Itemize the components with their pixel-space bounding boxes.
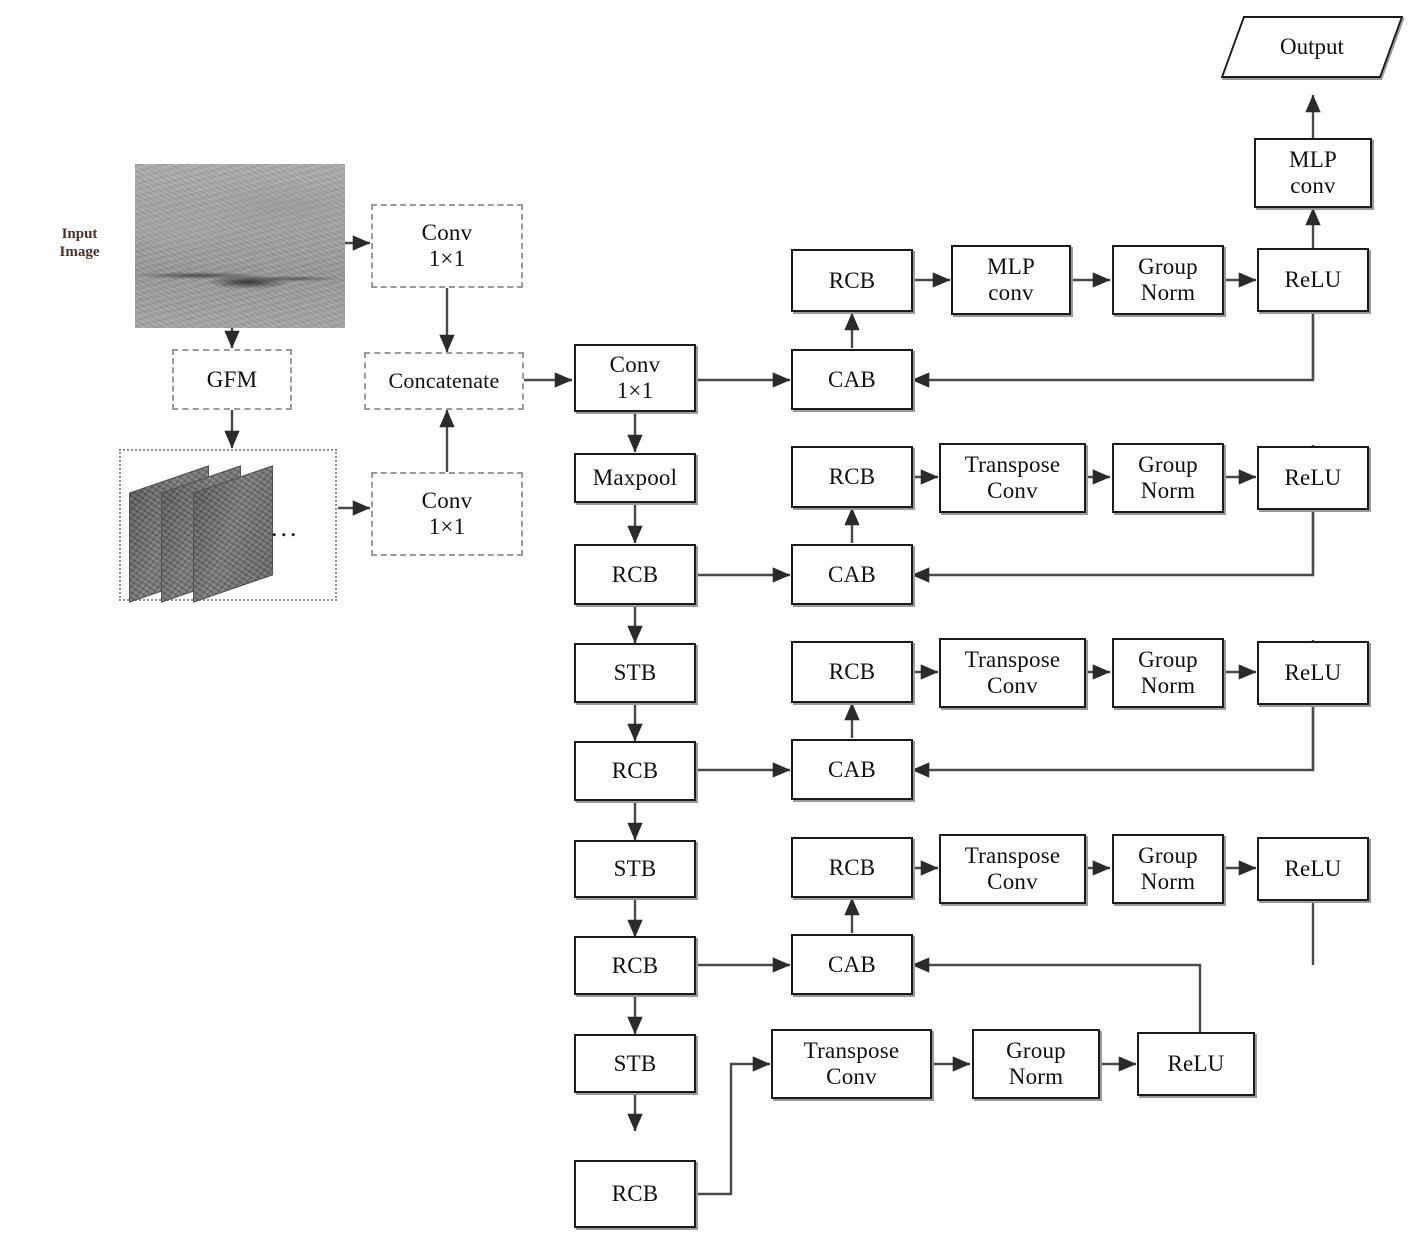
conv-1x1-image-branch[interactable]: Conv 1×1 [371,204,523,288]
group-norm-row-1[interactable]: Group Norm [1112,245,1224,315]
rcb-dec-2[interactable]: RCB [791,446,913,508]
cab-4[interactable]: CAB [791,934,913,995]
relu-row-2[interactable]: ReLU [1257,446,1369,510]
group-norm-row-4[interactable]: Group Norm [1112,834,1224,904]
feature-map-ellipsis: ... [271,513,300,542]
concatenate-block[interactable]: Concatenate [364,352,524,410]
cab-3[interactable]: CAB [791,739,913,800]
rcb-dec-4[interactable]: RCB [791,837,913,898]
gfm-block[interactable]: GFM [172,349,292,410]
mlp-conv-row-1[interactable]: MLP conv [951,245,1071,315]
input-image-label: Input Image [12,200,147,285]
rcb-enc-4[interactable]: RCB [574,1160,696,1228]
stb-enc-2[interactable]: STB [574,840,696,898]
transpose-conv-row-5[interactable]: Transpose Conv [771,1029,932,1099]
cab-1[interactable]: CAB [791,349,913,410]
maxpool[interactable]: Maxpool [574,453,696,503]
output-terminal[interactable]: Output [1220,16,1404,78]
conv-1x1-gfm-branch[interactable]: Conv 1×1 [371,472,523,556]
transpose-conv-row-2[interactable]: Transpose Conv [939,443,1086,513]
output-label: Output [1280,34,1344,59]
conv-1x1-backbone[interactable]: Conv 1×1 [574,344,696,412]
group-norm-row-3[interactable]: Group Norm [1112,638,1224,708]
rcb-enc-2[interactable]: RCB [574,741,696,801]
feature-map-stack: ... [119,449,337,603]
input-crack-image [135,164,345,328]
rcb-enc-1[interactable]: RCB [574,544,696,605]
group-norm-row-2[interactable]: Group Norm [1112,443,1224,513]
group-norm-row-5[interactable]: Group Norm [972,1029,1100,1099]
rcb-enc-3[interactable]: RCB [574,936,696,995]
relu-row-1[interactable]: ReLU [1257,248,1369,312]
relu-row-5[interactable]: ReLU [1137,1032,1255,1096]
rcb-dec-1[interactable]: RCB [791,249,913,312]
stb-enc-3[interactable]: STB [574,1034,696,1093]
rcb-dec-3[interactable]: RCB [791,641,913,703]
cab-2[interactable]: CAB [791,544,913,605]
stb-enc-1[interactable]: STB [574,643,696,703]
architecture-diagram: Input Image GFM ... Conv 1×1 Conv 1×1 Co… [0,0,1419,1246]
mlp-conv-head[interactable]: MLP conv [1254,138,1372,208]
relu-row-4[interactable]: ReLU [1257,837,1369,901]
relu-row-3[interactable]: ReLU [1257,641,1369,705]
transpose-conv-row-3[interactable]: Transpose Conv [939,638,1086,708]
transpose-conv-row-4[interactable]: Transpose Conv [939,834,1086,904]
